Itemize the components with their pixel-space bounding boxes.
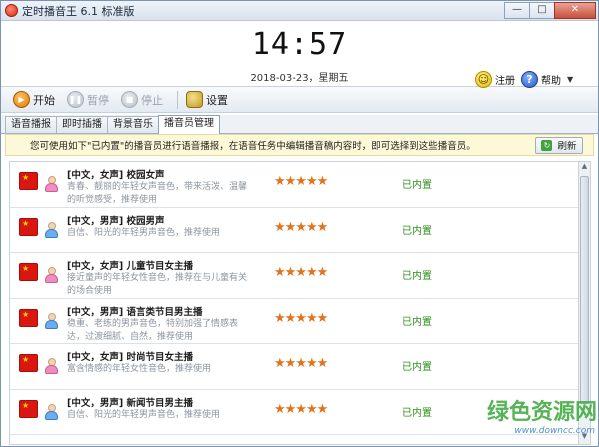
voice-name: [中文，女声] 时尚节目女主播 (67, 352, 193, 363)
male-voice-icon (45, 221, 58, 238)
pause-label: 暂停 (87, 93, 109, 107)
voice-status: 已内置 (402, 225, 432, 237)
rating-stars: ★★★★★ (274, 356, 328, 371)
female-voice-icon (45, 358, 58, 374)
help-label: 帮助 (541, 76, 561, 87)
china-flag-icon: ★ (19, 217, 38, 236)
stop-button[interactable]: ■ 停止 (121, 91, 163, 108)
china-flag-icon: ★ (19, 263, 38, 281)
voice-row[interactable]: ★ [中文，男声] 语言类节目男主播 稳重、老练的男声音色，特别加强了情感表达，… (10, 299, 578, 344)
china-flag-icon: ★ (19, 308, 38, 327)
register-link[interactable]: ☺ 注册 (475, 71, 515, 88)
rating-stars: ★★★★★ (274, 174, 328, 189)
male-voice-icon (45, 403, 58, 420)
tab-voice-broadcast[interactable]: 语音播报 (5, 116, 57, 133)
register-label: 注册 (495, 76, 515, 87)
window-title: 定时播音王 6.1 标准版 (22, 4, 135, 18)
voice-row[interactable]: ★ [中文，男声] 校园男声 自信、阳光的年轻男声音色，推荐使用 ★★★★★ 已… (10, 208, 578, 253)
voice-status: 已内置 (402, 407, 432, 419)
voice-name: [中文，女声] 校园女声 (67, 170, 165, 181)
start-label: 开始 (33, 93, 55, 107)
chevron-down-icon[interactable]: ▼ (567, 75, 573, 84)
voice-name: [中文，男声] 校园男声 (67, 215, 165, 227)
voice-status: 已内置 (402, 362, 432, 373)
voice-name: [中文，男声] 新闻节目男主播 (67, 397, 193, 409)
toolbar-divider (177, 90, 178, 109)
stop-icon: ■ (121, 91, 138, 108)
voice-description: 青春、靓丽的年轻女声音色，带来活泼、温馨的听觉感受，推荐使用 (67, 182, 248, 205)
toolbar: ▶ 开始 ❚❚ 暂停 ■ 停止 设置 (1, 87, 598, 113)
help-menu[interactable]: ? 帮助 ▼ (521, 71, 573, 88)
rating-stars: ★★★★★ (274, 401, 328, 417)
china-flag-icon: ★ (19, 354, 38, 372)
tab-background-music[interactable]: 背景音乐 (107, 116, 159, 133)
smile-icon: ☺ (475, 71, 492, 88)
china-flag-icon: ★ (19, 399, 38, 418)
tab-announcer-management[interactable]: 播音员管理 (158, 115, 220, 134)
pause-icon: ❚❚ (67, 91, 84, 108)
tab-instant-insert[interactable]: 即时插播 (56, 116, 108, 133)
close-button[interactable]: ✕ (554, 2, 596, 19)
voice-status: 已内置 (402, 180, 432, 191)
tab-bar: 语音播报 即时插播 背景音乐 播音员管理 (1, 115, 598, 134)
window-controls: — □ ✕ (504, 2, 596, 19)
refresh-icon: ↻ (541, 139, 553, 151)
voice-row[interactable]: ★ [中文，女声] 儿童节目女主播 接近童声的年轻女性音色，推荐在与儿童有关的场… (10, 253, 578, 299)
female-voice-icon (45, 176, 58, 192)
scrollbar-thumb[interactable] (580, 176, 589, 404)
start-button[interactable]: ▶ 开始 (13, 91, 55, 108)
voice-name: [中文，女声] 儿童节目女主播 (67, 261, 193, 272)
rating-stars: ★★★★★ (274, 219, 328, 235)
pause-button[interactable]: ❚❚ 暂停 (67, 91, 109, 108)
male-voice-icon (45, 312, 58, 329)
settings-label: 设置 (206, 93, 228, 107)
voice-description: 富含情感的年轻女性音色，推荐使用 (67, 364, 212, 374)
refresh-label: 刷新 (557, 141, 577, 152)
info-bar: 您可使用如下"已内置"的播音员进行语音播报，在语音任务中编辑播音稿内容时，即可选… (5, 134, 594, 156)
voice-name: [中文，男声] 语言类节目男主播 (67, 306, 203, 318)
minimize-button[interactable]: — (504, 2, 530, 19)
play-icon: ▶ (13, 91, 30, 108)
voice-description: 自信、阳光的年轻男声音色，推荐使用 (67, 409, 221, 420)
info-text: 您可使用如下"已内置"的播音员进行语音播报，在语音任务中编辑播音稿内容时，即可选… (30, 141, 476, 152)
refresh-button[interactable]: ↻ 刷新 (535, 136, 583, 154)
settings-button[interactable]: 设置 (186, 91, 228, 108)
stop-label: 停止 (141, 93, 163, 107)
voice-status: 已内置 (402, 271, 432, 282)
settings-icon (186, 91, 203, 108)
voice-row[interactable]: ★ [中文，女声] 校园女声 青春、靓丽的年轻女声音色，带来活泼、温馨的听觉感受… (10, 162, 578, 208)
rating-stars: ★★★★★ (274, 265, 328, 280)
scroll-down-icon[interactable]: ▼ (579, 432, 590, 444)
rating-stars: ★★★★★ (274, 310, 328, 326)
clock-header: 14:57 2018-03-23，星期五 ☺ 注册 ? 帮助 ▼ (1, 21, 598, 88)
list-scrollbar[interactable]: ▲ ▼ (579, 161, 591, 445)
scroll-up-icon[interactable]: ▲ (579, 162, 590, 174)
clock-time: 14:57 (251, 27, 348, 62)
app-logo-icon (5, 4, 18, 17)
maximize-button[interactable]: □ (529, 2, 555, 19)
voice-list: ★ [中文，女声] 校园女声 青春、靓丽的年轻女声音色，带来活泼、温馨的听觉感受… (9, 161, 579, 445)
china-flag-icon: ★ (19, 172, 38, 190)
voice-status: 已内置 (402, 316, 432, 328)
title-bar[interactable]: 定时播音王 6.1 标准版 — □ ✕ (1, 1, 598, 21)
voice-description: 自信、阳光的年轻男声音色，推荐使用 (67, 227, 221, 238)
app-window: 定时播音王 6.1 标准版 — □ ✕ 14:57 2018-03-23，星期五… (0, 0, 599, 447)
help-icon: ? (521, 71, 538, 88)
voice-row[interactable]: ★ [中文，女声] 时尚节目女主播 富含情感的年轻女性音色，推荐使用 ★★★★★… (10, 344, 578, 390)
voice-description: 稳重、老练的男声音色，特别加强了情感表达，过渡细腻、自然，推荐使用 (67, 318, 239, 342)
voice-description: 接近童声的年轻女性音色，推荐在与儿童有关的场合使用 (67, 273, 248, 296)
voice-row[interactable]: ★ [中文，男声] 新闻节目男主播 自信、阳光的年轻男声音色，推荐使用 ★★★★… (10, 390, 578, 435)
female-voice-icon (45, 267, 58, 283)
